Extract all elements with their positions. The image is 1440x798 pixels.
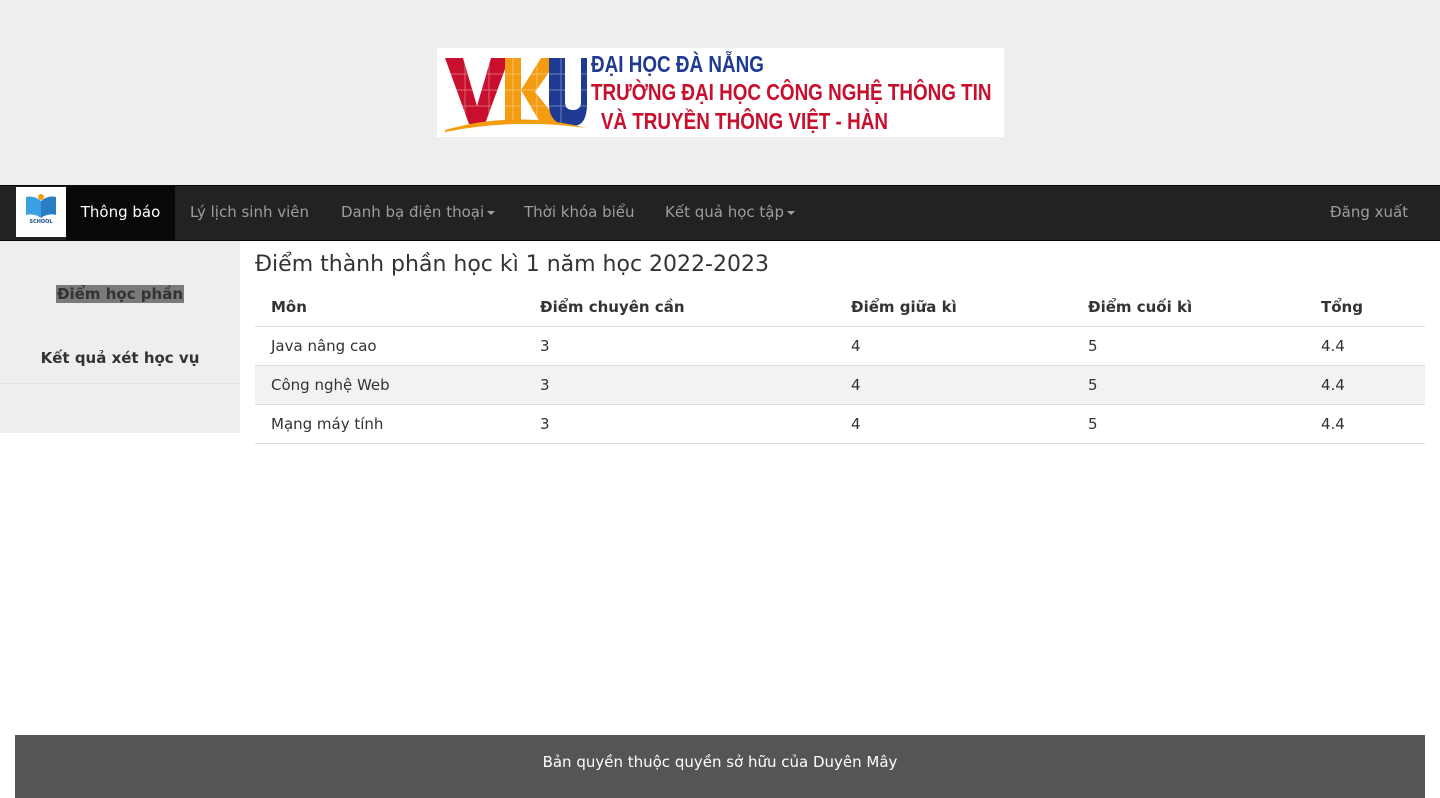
table-cell: Mạng máy tính: [255, 404, 524, 444]
university-logo: ĐẠI HỌC ĐÀ NẴNG TRƯỜNG ĐẠI HỌC CÔNG NGHỆ…: [437, 48, 1004, 137]
table-cell: 4.4: [1305, 404, 1425, 444]
sidebar-item-label: Kết quả xét học vụ: [40, 349, 200, 367]
column-header: Điểm cuối kì: [1072, 287, 1305, 327]
nav-thong-bao[interactable]: Thông báo: [66, 186, 175, 240]
table-cell: 5: [1072, 404, 1305, 444]
sidebar-item-diem-hoc-phan[interactable]: Điểm học phần: [0, 285, 240, 303]
table-cell: 3: [524, 326, 835, 366]
sidebar-item-ket-qua-xet-hoc-vu[interactable]: Kết quả xét học vụ: [0, 349, 240, 384]
logo-line-3: VÀ TRUYỀN THÔNG VIỆT - HÀN: [600, 108, 888, 134]
table-cell: 4: [835, 404, 1072, 444]
caret-down-icon: [787, 210, 795, 215]
table-cell: 5: [1072, 365, 1305, 405]
table-cell: 4.4: [1305, 365, 1425, 405]
column-header: Môn: [255, 287, 524, 327]
table-cell: 4: [835, 326, 1072, 366]
sidebar-item-label: Điểm học phần: [55, 285, 185, 303]
footer-copyright: Bản quyền thuộc quyền sở hữu của Duyên M…: [542, 753, 898, 771]
table-cell: 4.4: [1305, 326, 1425, 366]
nav-ket-qua-hoc-tap[interactable]: Kết quả học tập: [665, 186, 795, 240]
footer: Bản quyền thuộc quyền sở hữu của Duyên M…: [15, 735, 1425, 798]
sidebar: Điểm học phần Kết quả xét học vụ: [0, 241, 240, 433]
page-title: Điểm thành phần học kì 1 năm học 2022-20…: [255, 252, 769, 277]
nav-label: Thông báo: [80, 203, 161, 221]
logo-line-1: ĐẠI HỌC ĐÀ NẴNG: [591, 51, 764, 77]
table-cell: Công nghệ Web: [255, 365, 524, 405]
school-book-icon: [26, 194, 56, 218]
nav-thoi-khoa-bieu[interactable]: Thời khóa biểu: [524, 186, 635, 240]
header-banner: ĐẠI HỌC ĐÀ NẴNG TRƯỜNG ĐẠI HỌC CÔNG NGHỆ…: [0, 0, 1440, 185]
column-header: Điểm chuyên cần: [524, 287, 835, 327]
school-brand-logo[interactable]: SCHOOL: [16, 187, 66, 237]
nav-label: Danh bạ điện thoại: [341, 203, 485, 221]
table-cell: 5: [1072, 326, 1305, 366]
caret-down-icon: [487, 210, 496, 215]
table-header-row: Môn Điểm chuyên cần Điểm giữa kì Điểm cu…: [255, 287, 1425, 327]
nav-label: Kết quả học tập: [665, 203, 784, 221]
nav-ly-lich-sinh-vien[interactable]: Lý lịch sinh viên: [190, 186, 309, 240]
logo-line-2: TRƯỜNG ĐẠI HỌC CÔNG NGHỆ THÔNG TIN: [591, 79, 992, 105]
logout-label: Đăng xuất: [1330, 203, 1409, 221]
logout-link[interactable]: Đăng xuất: [1330, 186, 1408, 240]
table-row: Mạng máy tính 3 4 5 4.4: [255, 404, 1425, 444]
column-header: Tổng: [1305, 287, 1425, 327]
brand-text: SCHOOL: [29, 219, 53, 225]
top-navbar: SCHOOL Thông báo Lý lịch sinh viên Danh …: [0, 185, 1440, 241]
grades-table: Môn Điểm chuyên cần Điểm giữa kì Điểm cu…: [255, 287, 1425, 444]
nav-danh-ba-dien-thoai[interactable]: Danh bạ điện thoại: [341, 186, 496, 240]
nav-label: Thời khóa biểu: [524, 203, 635, 221]
table-row: Công nghệ Web 3 4 5 4.4: [255, 365, 1425, 405]
vku-logo-mark: [445, 54, 587, 132]
nav-label: Lý lịch sinh viên: [190, 203, 310, 221]
table-row: Java nâng cao 3 4 5 4.4: [255, 326, 1425, 366]
table-cell: 4: [835, 365, 1072, 405]
table-cell: 3: [524, 404, 835, 444]
table-cell: 3: [524, 365, 835, 405]
column-header: Điểm giữa kì: [835, 287, 1072, 327]
logo-text: ĐẠI HỌC ĐÀ NẴNG TRƯỜNG ĐẠI HỌC CÔNG NGHỆ…: [591, 50, 992, 135]
table-cell: Java nâng cao: [255, 326, 524, 366]
